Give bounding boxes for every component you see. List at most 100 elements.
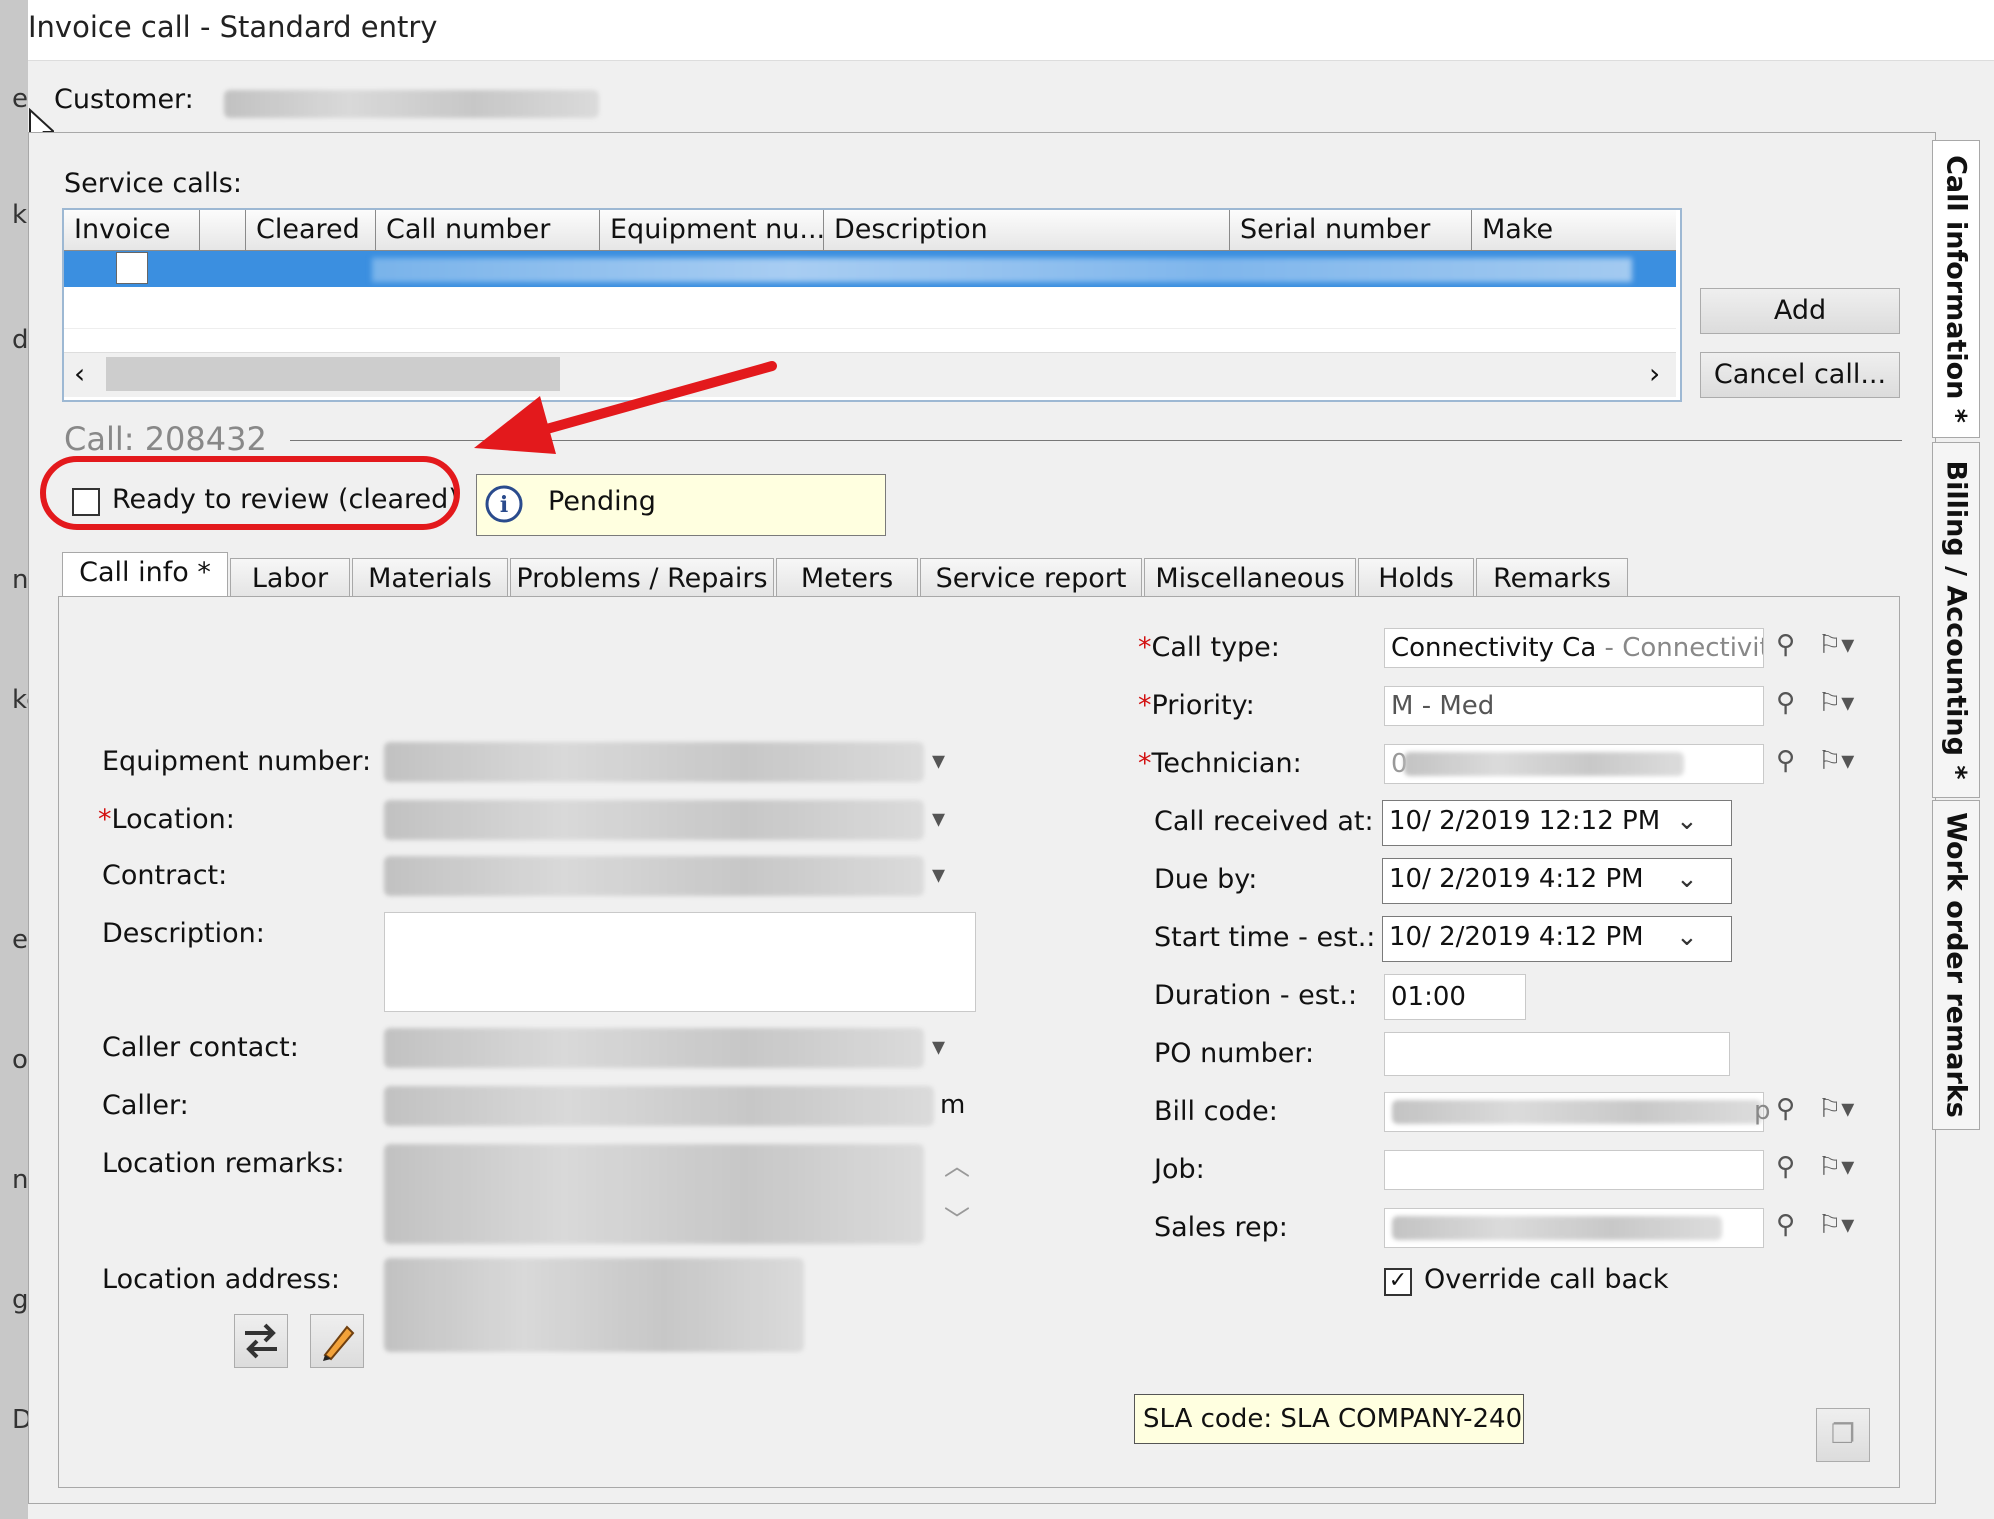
chevron-down-icon[interactable]: ⌄ bbox=[1676, 864, 1698, 894]
grid-header: Invoice Cleared Call number Equipment nu… bbox=[64, 210, 1676, 251]
add-button[interactable]: Add bbox=[1700, 288, 1900, 334]
background-text-fragment: e bbox=[12, 84, 28, 114]
annotation-arrow-icon bbox=[474, 361, 777, 454]
annotation-highlight-ellipse bbox=[40, 456, 460, 530]
swap-arrows-icon bbox=[245, 1323, 277, 1359]
svg-text:i: i bbox=[500, 492, 508, 518]
table-row[interactable] bbox=[64, 288, 1676, 329]
tab-remarks[interactable]: Remarks bbox=[1476, 558, 1628, 598]
caller-contact-field-redacted[interactable] bbox=[384, 1028, 924, 1068]
tab-holds[interactable]: Holds bbox=[1358, 558, 1474, 598]
search-icon[interactable]: ⚲ bbox=[1776, 630, 1795, 660]
side-tab-work-order-remarks[interactable]: Work order remarks bbox=[1932, 800, 1980, 1130]
bill-code-label: Bill code: bbox=[1154, 1096, 1278, 1127]
dropdown-arrow-icon[interactable]: ▾ bbox=[932, 804, 945, 834]
dropdown-arrow-icon[interactable]: ▾ bbox=[932, 860, 945, 890]
caller-field-redacted[interactable] bbox=[384, 1086, 934, 1126]
po-number-label: PO number: bbox=[1154, 1038, 1315, 1069]
scroll-down-icon[interactable]: ﹀ bbox=[944, 1200, 970, 1237]
dropdown-flag-icon[interactable]: ⚐▾ bbox=[1818, 1152, 1854, 1182]
equipment-number-field-redacted[interactable] bbox=[384, 742, 924, 782]
dropdown-flag-icon[interactable]: ⚐▾ bbox=[1818, 746, 1854, 776]
horizontal-scrollbar[interactable]: ‹ › bbox=[64, 352, 1676, 397]
background-text-fragment: o bbox=[12, 1045, 28, 1075]
column-header-make[interactable]: Make bbox=[1472, 210, 1676, 250]
column-header-serial-number[interactable]: Serial number bbox=[1230, 210, 1472, 250]
chevron-down-icon[interactable]: ⌄ bbox=[1676, 806, 1698, 836]
dropdown-flag-icon[interactable]: ⚐▾ bbox=[1818, 1210, 1854, 1240]
contract-field-redacted[interactable] bbox=[384, 856, 924, 896]
po-number-field[interactable] bbox=[1384, 1032, 1730, 1076]
invoice-row-checkbox[interactable] bbox=[116, 252, 148, 284]
location-remarks-field-redacted[interactable] bbox=[384, 1144, 924, 1244]
location-address-redacted bbox=[384, 1258, 804, 1352]
bill-code-value-redacted bbox=[1392, 1100, 1762, 1124]
edit-address-button[interactable] bbox=[310, 1314, 364, 1368]
column-header-blank[interactable] bbox=[200, 210, 246, 250]
dropdown-flag-icon[interactable]: ⚐▾ bbox=[1818, 688, 1854, 718]
call-heading: Call: 208432 bbox=[64, 420, 267, 458]
location-remarks-label: Location remarks: bbox=[102, 1148, 345, 1179]
pencil-icon bbox=[323, 1325, 355, 1361]
technician-label: *Technician: bbox=[1138, 748, 1302, 779]
tab-miscellaneous[interactable]: Miscellaneous bbox=[1144, 558, 1356, 598]
override-call-back-label[interactable]: Override call back bbox=[1424, 1264, 1669, 1295]
service-calls-label: Service calls: bbox=[64, 168, 242, 199]
priority-label: *Priority: bbox=[1138, 690, 1255, 721]
location-field-redacted[interactable] bbox=[384, 800, 924, 840]
copy-button[interactable]: ❐ bbox=[1816, 1408, 1870, 1462]
scroll-right-icon[interactable]: › bbox=[1649, 357, 1660, 390]
left-background-strip: e k d! n. ke e o n g D bbox=[0, 0, 42, 1519]
duration-label: Duration - est.: bbox=[1154, 980, 1358, 1011]
bill-code-suffix: p bbox=[1754, 1096, 1771, 1126]
call-type-field[interactable]: Connectivity Ca - Connectivity C bbox=[1384, 628, 1764, 668]
background-text-fragment: n bbox=[12, 1165, 29, 1195]
call-type-label: *Call type: bbox=[1138, 632, 1280, 663]
column-header-description[interactable]: Description bbox=[824, 210, 1230, 250]
tab-problems-repairs[interactable]: Problems / Repairs bbox=[510, 558, 774, 598]
side-tab-call-information[interactable]: Call information * bbox=[1932, 140, 1980, 438]
cancel-call-button[interactable]: Cancel call... bbox=[1700, 352, 1900, 398]
column-header-call-number[interactable]: Call number bbox=[376, 210, 600, 250]
search-icon[interactable]: ⚲ bbox=[1776, 688, 1795, 718]
duration-field[interactable]: 01:00 bbox=[1384, 974, 1526, 1020]
status-text: Pending bbox=[548, 486, 656, 517]
sla-code-box: SLA code: SLA COMPANY-240 bbox=[1134, 1394, 1524, 1444]
chevron-down-icon[interactable]: ⌄ bbox=[1676, 922, 1698, 952]
tab-call-info[interactable]: Call info * bbox=[62, 552, 228, 598]
column-header-cleared[interactable]: Cleared bbox=[246, 210, 376, 250]
search-icon[interactable]: ⚲ bbox=[1776, 1094, 1795, 1124]
scroll-up-icon[interactable]: ︿ bbox=[944, 1146, 970, 1183]
tab-meters[interactable]: Meters bbox=[776, 558, 918, 598]
override-call-back-checkbox[interactable]: ✓ bbox=[1384, 1268, 1412, 1296]
info-icon: i bbox=[485, 485, 523, 523]
search-icon[interactable]: ⚲ bbox=[1776, 1152, 1795, 1182]
copy-icon: ❐ bbox=[1830, 1419, 1856, 1450]
tab-labor[interactable]: Labor bbox=[230, 558, 350, 598]
dropdown-arrow-icon[interactable]: ▾ bbox=[932, 746, 945, 776]
background-text-fragment: k bbox=[12, 200, 28, 230]
search-icon[interactable]: ⚲ bbox=[1776, 746, 1795, 776]
background-text-fragment: e bbox=[12, 925, 28, 955]
tab-materials[interactable]: Materials bbox=[352, 558, 508, 598]
dropdown-arrow-icon[interactable]: ▾ bbox=[932, 1032, 945, 1062]
dropdown-flag-icon[interactable]: ⚐▾ bbox=[1818, 630, 1854, 660]
window-title: Invoice call - Standard entry bbox=[28, 10, 438, 44]
tab-service-report[interactable]: Service report bbox=[920, 558, 1142, 598]
location-label: *Location: bbox=[98, 804, 235, 835]
caller-contact-label: Caller contact: bbox=[102, 1032, 299, 1063]
column-header-equipment-number[interactable]: Equipment nu... bbox=[600, 210, 824, 250]
swap-address-button[interactable] bbox=[234, 1314, 288, 1368]
job-field[interactable] bbox=[1384, 1150, 1764, 1190]
row-content-redacted bbox=[372, 258, 1632, 282]
search-icon[interactable]: ⚲ bbox=[1776, 1210, 1795, 1240]
sales-rep-label: Sales rep: bbox=[1154, 1212, 1288, 1243]
call-received-label: Call received at: bbox=[1154, 806, 1374, 837]
description-field[interactable] bbox=[384, 912, 976, 1012]
scroll-left-icon[interactable]: ‹ bbox=[74, 357, 85, 390]
description-label: Description: bbox=[102, 918, 265, 949]
priority-field[interactable]: M - Med bbox=[1384, 686, 1764, 726]
column-header-invoice[interactable]: Invoice bbox=[64, 210, 200, 250]
dropdown-flag-icon[interactable]: ⚐▾ bbox=[1818, 1094, 1854, 1124]
side-tab-billing-accounting[interactable]: Billing / Accounting * bbox=[1932, 442, 1980, 798]
